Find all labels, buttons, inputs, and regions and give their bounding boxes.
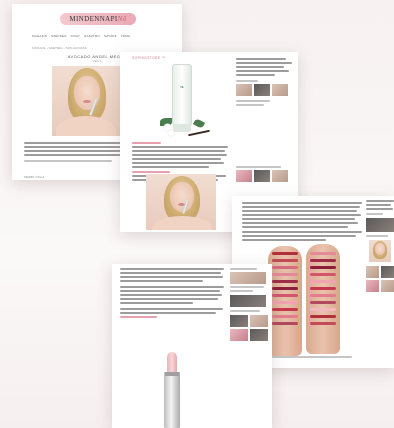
promo-label: SOPHIESTORE ™ (132, 56, 166, 60)
lipstick-tube (164, 372, 180, 428)
lipstick-swatch (310, 259, 336, 262)
grid-thumb[interactable] (366, 266, 379, 278)
lipstick-swatch (310, 280, 336, 283)
sidebar-thumb[interactable] (236, 84, 252, 96)
sidebar-thumb[interactable] (236, 170, 252, 182)
lipstick-swatch (272, 287, 298, 290)
sidebar (366, 200, 394, 292)
sidebar-thumb[interactable] (366, 218, 394, 232)
grid-thumb[interactable] (230, 315, 248, 327)
lipstick-swatch (310, 287, 336, 290)
sidebar-thumb[interactable] (272, 84, 288, 96)
lipstick-swatch (272, 301, 298, 304)
lipstick-swatch (310, 294, 336, 297)
sidebar-thumb[interactable] (230, 272, 266, 284)
article-body (120, 268, 224, 320)
article-body (242, 202, 362, 243)
grid-thumb[interactable] (250, 315, 268, 327)
lipstick-swatch (310, 301, 336, 304)
hero-portrait (52, 66, 120, 136)
sidebar-thumb[interactable] (254, 170, 270, 182)
breadcrumb: FŐOLDAL › SZÉPSÉG › TÁPLÁLKOZÁS (32, 46, 87, 50)
sidebar (236, 58, 298, 232)
sidebar (230, 268, 268, 341)
nav-item[interactable]: SZTÁRK (104, 34, 117, 40)
article-subtitle: MENTS (92, 60, 102, 63)
lipstick-bullet (167, 352, 177, 374)
nav-item[interactable]: SZÉPSÉG (51, 34, 67, 40)
grid-thumb[interactable] (250, 329, 268, 341)
nav-item[interactable]: GASZTRO (84, 34, 100, 40)
nav-item[interactable]: MAGAZIN (32, 34, 47, 40)
grid-thumb[interactable] (381, 266, 394, 278)
lipstick-swatch (272, 259, 298, 262)
grid-thumb[interactable] (366, 280, 379, 292)
lipstick-swatch (310, 252, 336, 255)
lipstick-swatch (272, 252, 298, 255)
site-logo[interactable]: MINDENNAPINő (60, 13, 136, 25)
lipstick-swatch (272, 266, 298, 269)
tube-logo-icon: ❧ (179, 85, 185, 91)
lipstick-swatch (310, 308, 336, 311)
model-portrait (146, 174, 216, 230)
author-line: SZERZŐ: CSILLA (24, 176, 45, 179)
lipstick-swatch (272, 315, 298, 318)
sidebar-thumb[interactable] (254, 84, 270, 96)
lipstick-swatch (272, 280, 298, 283)
nav-item[interactable]: DIVAT (71, 34, 80, 40)
grid-thumb[interactable] (381, 280, 394, 292)
lipstick-swatch (272, 308, 298, 311)
lipstick-swatch (310, 273, 336, 276)
lipstick-swatch (310, 266, 336, 269)
sidebar-thumb[interactable] (230, 295, 266, 307)
grid-thumb[interactable] (230, 329, 248, 341)
lipstick-image (142, 346, 202, 428)
nav-item[interactable]: TÉMA (121, 34, 130, 40)
lipstick-swatch (272, 294, 298, 297)
lipstick-swatch (310, 315, 336, 318)
main-nav: MAGAZIN SZÉPSÉG DIVAT GASZTRO SZTÁRK TÉM… (32, 34, 162, 40)
lipstick-swatch (310, 322, 336, 325)
logo-text: MINDENNAPI (69, 15, 118, 23)
article-page-4 (112, 264, 272, 428)
product-image: ❧ (158, 64, 210, 140)
lipstick-swatch (272, 322, 298, 325)
sidebar-thumb[interactable] (272, 170, 288, 182)
sidebar-portrait[interactable] (369, 240, 391, 262)
logo-accent: Nő (117, 15, 127, 23)
lipstick-swatch (272, 273, 298, 276)
cream-tube (172, 64, 192, 130)
